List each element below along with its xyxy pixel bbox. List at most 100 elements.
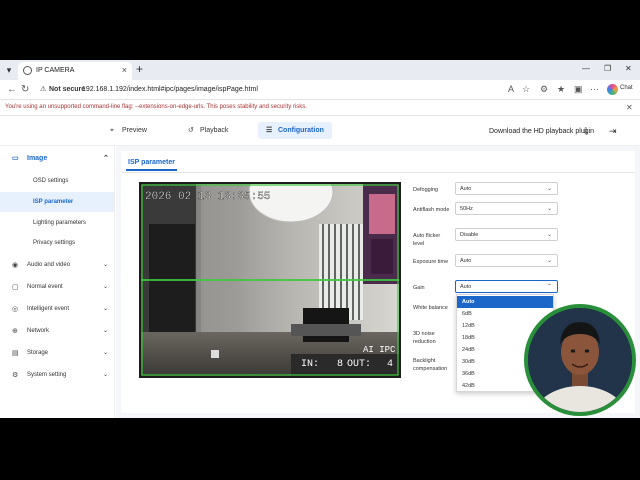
refresh-icon[interactable]: ↻ bbox=[21, 84, 29, 95]
sidebar-subitem-label: Lighting parameters bbox=[33, 220, 87, 226]
gain-select[interactable]: Auto ⌃ bbox=[455, 280, 558, 293]
storage-icon: ▤ bbox=[12, 350, 19, 357]
video-timestamp: 2026 02 13 13:35:55 bbox=[145, 191, 270, 203]
security-label[interactable]: Not secure bbox=[49, 82, 85, 98]
tab-actions-icon[interactable]: ▾ bbox=[2, 63, 16, 77]
presenter-webcam bbox=[524, 304, 636, 416]
divider bbox=[121, 172, 635, 173]
select-value: Disable bbox=[460, 232, 479, 238]
sidebar-item-storage[interactable]: ▤ Storage ⌄ bbox=[0, 345, 115, 362]
favorite-icon[interactable]: ☆ bbox=[522, 84, 530, 95]
url-text: 192.168.1.192/index.html#ipc/pages/image… bbox=[82, 86, 258, 93]
sidebar-subitem-osd[interactable]: OSD settings bbox=[0, 171, 114, 191]
nav-configuration-label: Configuration bbox=[278, 127, 324, 134]
gain-option[interactable]: Auto bbox=[457, 296, 553, 308]
video-out-label: OUT: bbox=[347, 359, 371, 370]
collections-icon[interactable]: ▣ bbox=[574, 84, 583, 95]
infobar-message: You're using an unsupported command-line… bbox=[5, 104, 307, 110]
audio-video-icon: ◉ bbox=[12, 262, 19, 269]
sidebar-item-label: Network bbox=[27, 328, 50, 334]
chevron-down-icon: ⌄ bbox=[546, 206, 552, 212]
param-label-white-balance: White balance bbox=[413, 305, 448, 311]
extensions-icon[interactable]: ⚙ bbox=[540, 84, 548, 95]
auto-flicker-select[interactable]: Disable ⌄ bbox=[455, 228, 558, 241]
sidebar-subitem-label: ISP parameter bbox=[33, 199, 74, 205]
nav-playback[interactable]: ↺ Playback bbox=[180, 122, 236, 139]
warning-icon: ⚠ bbox=[40, 86, 47, 93]
download-icon[interactable]: ⇩ bbox=[582, 126, 590, 137]
mouse-cursor-icon bbox=[481, 285, 485, 292]
param-label-noise-reduction: 3D noise reduction bbox=[413, 331, 436, 345]
close-tab-icon[interactable]: × bbox=[122, 65, 127, 75]
read-aloud-icon[interactable]: A bbox=[508, 84, 514, 94]
video-preview[interactable]: 2026 02 13 13:35:55 AI IPC IN: 8 OUT: 4 bbox=[139, 182, 401, 378]
tab-title: IP CAMERA bbox=[36, 67, 75, 74]
browser-tab[interactable]: IP CAMERA × bbox=[18, 62, 132, 80]
sidebar-subitem-privacy[interactable]: Privacy settings bbox=[0, 233, 114, 253]
restore-icon[interactable]: ❐ bbox=[604, 64, 611, 73]
param-label-antiflash: Antiflash mode bbox=[413, 207, 450, 213]
chevron-up-icon: ⌃ bbox=[546, 284, 552, 290]
exposure-select[interactable]: Auto ⌄ bbox=[455, 254, 558, 267]
param-label-gain: Gain bbox=[413, 285, 425, 291]
new-tab-button[interactable]: + bbox=[136, 62, 143, 76]
nav-playback-label: Playback bbox=[200, 127, 229, 134]
network-icon: ⊕ bbox=[12, 328, 18, 335]
history-icon: ↺ bbox=[188, 127, 194, 134]
copilot-icon[interactable] bbox=[607, 84, 618, 95]
sidebar-item-label: Normal event bbox=[27, 284, 63, 290]
warning-infobar: You're using an unsupported command-line… bbox=[0, 100, 640, 116]
antiflash-select[interactable]: 50Hz ⌄ bbox=[455, 202, 558, 215]
sidebar-subitem-label: OSD settings bbox=[33, 178, 69, 184]
sidebar-item-system[interactable]: ⚙ System setting ⌄ bbox=[0, 367, 115, 384]
gear-icon: ⚙ bbox=[12, 372, 19, 379]
sidebar-item-label: Storage bbox=[27, 350, 49, 356]
param-label-exposure: Exposure time bbox=[413, 259, 449, 265]
chevron-down-icon: ⌄ bbox=[103, 372, 109, 378]
download-plugin-link[interactable]: Download the HD playback plugin bbox=[489, 128, 594, 135]
url-field[interactable]: ⚠ Not secure 192.168.1.192/index.html#ip… bbox=[34, 82, 504, 98]
back-icon[interactable]: ← bbox=[7, 84, 17, 95]
param-label-defogging: Defogging bbox=[413, 187, 439, 193]
chevron-down-icon: ⌄ bbox=[103, 350, 109, 356]
sidebar-subitem-lighting[interactable]: Lighting parameters bbox=[0, 213, 114, 233]
favorites-icon[interactable]: ★ bbox=[557, 84, 565, 95]
sidebar-item-normal-event[interactable]: ▢ Normal event ⌄ bbox=[0, 279, 115, 296]
select-value: Auto bbox=[460, 186, 472, 192]
chat-label[interactable]: Chat bbox=[620, 85, 633, 91]
select-value: Auto bbox=[460, 284, 472, 290]
camera-icon: ⌖ bbox=[110, 127, 114, 134]
sidebar-subitem-isp[interactable]: ISP parameter bbox=[0, 192, 114, 212]
sidebar-item-label: System setting bbox=[27, 372, 67, 378]
close-window-icon[interactable]: ✕ bbox=[625, 64, 632, 73]
sidebar-item-label: Image bbox=[27, 155, 48, 162]
nav-preview[interactable]: ⌖ Preview bbox=[102, 122, 155, 139]
globe-icon bbox=[23, 66, 32, 75]
nav-preview-label: Preview bbox=[122, 127, 147, 134]
minimize-icon[interactable]: — bbox=[582, 64, 590, 73]
chevron-down-icon: ⌄ bbox=[103, 284, 109, 290]
event-icon: ▢ bbox=[12, 284, 19, 291]
more-icon[interactable]: ⋯ bbox=[590, 84, 599, 95]
sidebar-item-audio-video[interactable]: ◉ Audio and video ⌄ bbox=[0, 257, 115, 274]
address-bar: ← ↻ ⚠ Not secure 192.168.1.192/index.htm… bbox=[0, 80, 640, 100]
gain-option[interactable]: 6dB bbox=[457, 308, 553, 320]
sidebar-item-network[interactable]: ⊕ Network ⌄ bbox=[0, 323, 115, 340]
defogging-select[interactable]: Auto ⌄ bbox=[455, 182, 558, 195]
sidebar-item-label: Audio and video bbox=[27, 262, 71, 268]
nav-configuration[interactable]: ☰ Configuration bbox=[258, 122, 332, 139]
video-watermark: AI IPC bbox=[363, 345, 396, 355]
chevron-down-icon: ⌄ bbox=[103, 328, 109, 334]
chevron-down-icon: ⌄ bbox=[103, 262, 109, 268]
param-label-auto-flicker: Auto flicker level bbox=[413, 233, 441, 247]
intelligent-icon: ◎ bbox=[12, 306, 19, 313]
sidebar-item-image[interactable]: ▭ Image ⌃ bbox=[0, 150, 115, 167]
chevron-down-icon: ⌄ bbox=[546, 258, 552, 264]
sidebar-item-intelligent-event[interactable]: ◎ Intelligent event ⌄ bbox=[0, 301, 115, 318]
sidebar-item-label: Intelligent event bbox=[27, 306, 70, 312]
chevron-down-icon: ⌄ bbox=[546, 232, 552, 238]
close-infobar-icon[interactable]: ✕ bbox=[626, 103, 633, 112]
param-label-backlight: Backlight compensation bbox=[413, 358, 448, 372]
tab-isp-parameter[interactable]: ISP parameter bbox=[126, 154, 177, 171]
logout-icon[interactable]: ⇥ bbox=[609, 126, 617, 137]
